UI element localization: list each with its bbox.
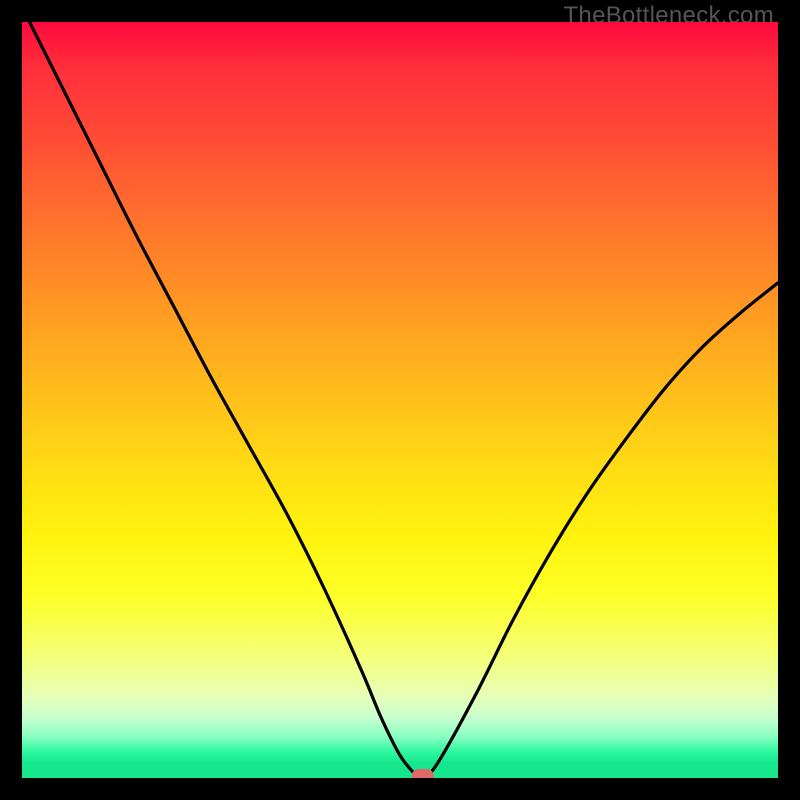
minimum-marker: [412, 769, 434, 778]
chart-svg: [22, 22, 778, 778]
plot-area: [22, 22, 778, 778]
bottleneck-curve-path: [30, 22, 778, 778]
chart-frame: TheBottleneck.com: [0, 0, 800, 800]
